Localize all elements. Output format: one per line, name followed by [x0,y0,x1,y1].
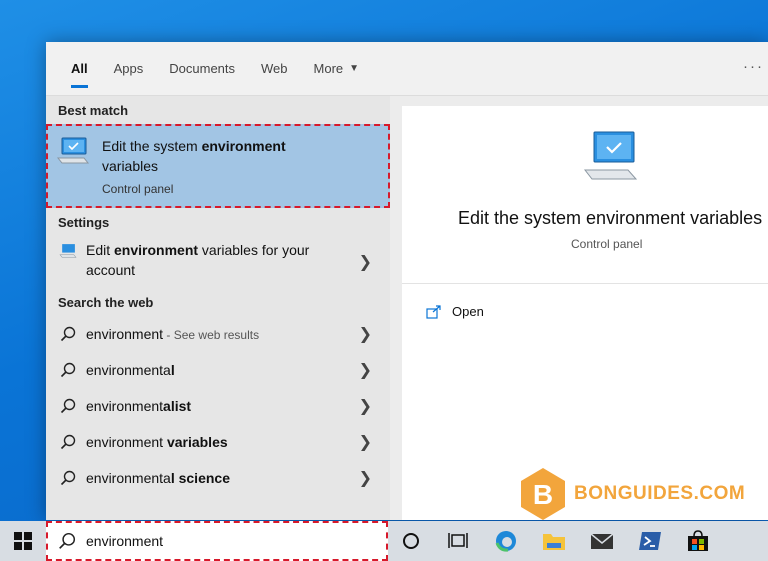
chevron-right-icon: ❯ [358,362,372,379]
web-result-item[interactable]: environmental science ❯ [46,460,390,496]
chevron-right-icon: ❯ [358,434,372,451]
search-input[interactable] [86,533,366,549]
search-icon [58,470,78,486]
best-match-item[interactable]: Edit the system environment variables Co… [46,124,390,208]
edge-button[interactable] [482,521,530,561]
task-view-icon [448,533,468,548]
results-list: Best match Edit the system environment v… [46,96,390,520]
chevron-right-icon: ❯ [358,398,372,415]
open-label: Open [452,304,484,319]
more-options-icon[interactable]: ··· [743,58,764,75]
watermark-text: BONGUIDES.COM [574,483,746,504]
computer-icon [56,136,92,208]
web-result-item[interactable]: environmentalist ❯ [46,388,390,424]
tab-all[interactable]: All [58,42,101,96]
preview-pane: Edit the system environment variables Co… [402,106,768,520]
web-result-label: environment variables [86,433,228,450]
mail-icon [590,533,614,549]
open-icon [426,304,441,319]
search-icon [59,532,76,549]
powershell-icon [639,532,661,550]
bonguides-watermark: B BONGUIDES.COM [518,466,745,522]
computer-icon [58,243,78,259]
computer-icon [582,130,640,189]
web-result-label: environmentalist [86,397,192,414]
web-result-item[interactable]: environmental ❯ [46,352,390,388]
settings-item-label: Edit environment variables for your acco… [86,242,310,278]
chevron-down-icon: ▼ [349,63,360,74]
preview-header: Edit the system environment variables Co… [402,106,768,284]
open-button[interactable]: Open [402,284,768,319]
start-button[interactable] [0,521,46,561]
search-icon [58,326,78,342]
search-icon [58,398,78,414]
mail-button[interactable] [578,521,626,561]
best-match-subtitle: Control panel [102,182,174,196]
filter-tabs: All Apps Documents Web More ▼ ··· [46,42,768,96]
chevron-right-icon: ❯ [358,470,372,487]
section-settings: Settings [58,214,110,230]
tab-more[interactable]: More ▼ [301,42,373,96]
store-button[interactable] [674,521,722,561]
section-best-match: Best match [58,102,129,118]
edge-icon [495,531,516,552]
settings-item-env-vars[interactable]: Edit environment variables for your acco… [46,236,390,288]
search-icon [58,434,78,450]
svg-text:B: B [533,479,553,510]
web-result-label: environmental [86,361,175,378]
preview-subtitle: Control panel [571,237,643,251]
search-icon [58,362,78,378]
search-flyout: All Apps Documents Web More ▼ ··· Best ma… [46,42,768,520]
web-result-label: environmental science [86,469,230,486]
web-result-label: environment - See web results [86,325,260,342]
cortana-icon [403,533,419,549]
best-match-title: Edit the system environment variables [102,138,286,174]
section-search-web: Search the web [58,294,154,310]
folder-icon [543,534,565,550]
web-result-item[interactable]: environment - See web results ❯ [46,316,390,352]
taskbar-search-box[interactable] [46,521,388,561]
taskbar [0,521,768,561]
tab-web[interactable]: Web [248,42,301,96]
store-icon [688,530,708,551]
preview-title: Edit the system environment variables [458,208,763,228]
chevron-right-icon: ❯ [358,326,372,343]
windows-logo-icon [14,532,32,550]
chevron-right-icon: ❯ [358,254,372,271]
tab-apps[interactable]: Apps [101,42,157,96]
cortana-button[interactable] [388,521,434,561]
web-result-item[interactable]: environment variables ❯ [46,424,390,460]
tab-documents[interactable]: Documents [156,42,248,96]
file-explorer-button[interactable] [530,521,578,561]
bonguides-logo: B [521,468,565,520]
task-view-button[interactable] [434,521,482,561]
powershell-button[interactable] [626,521,674,561]
